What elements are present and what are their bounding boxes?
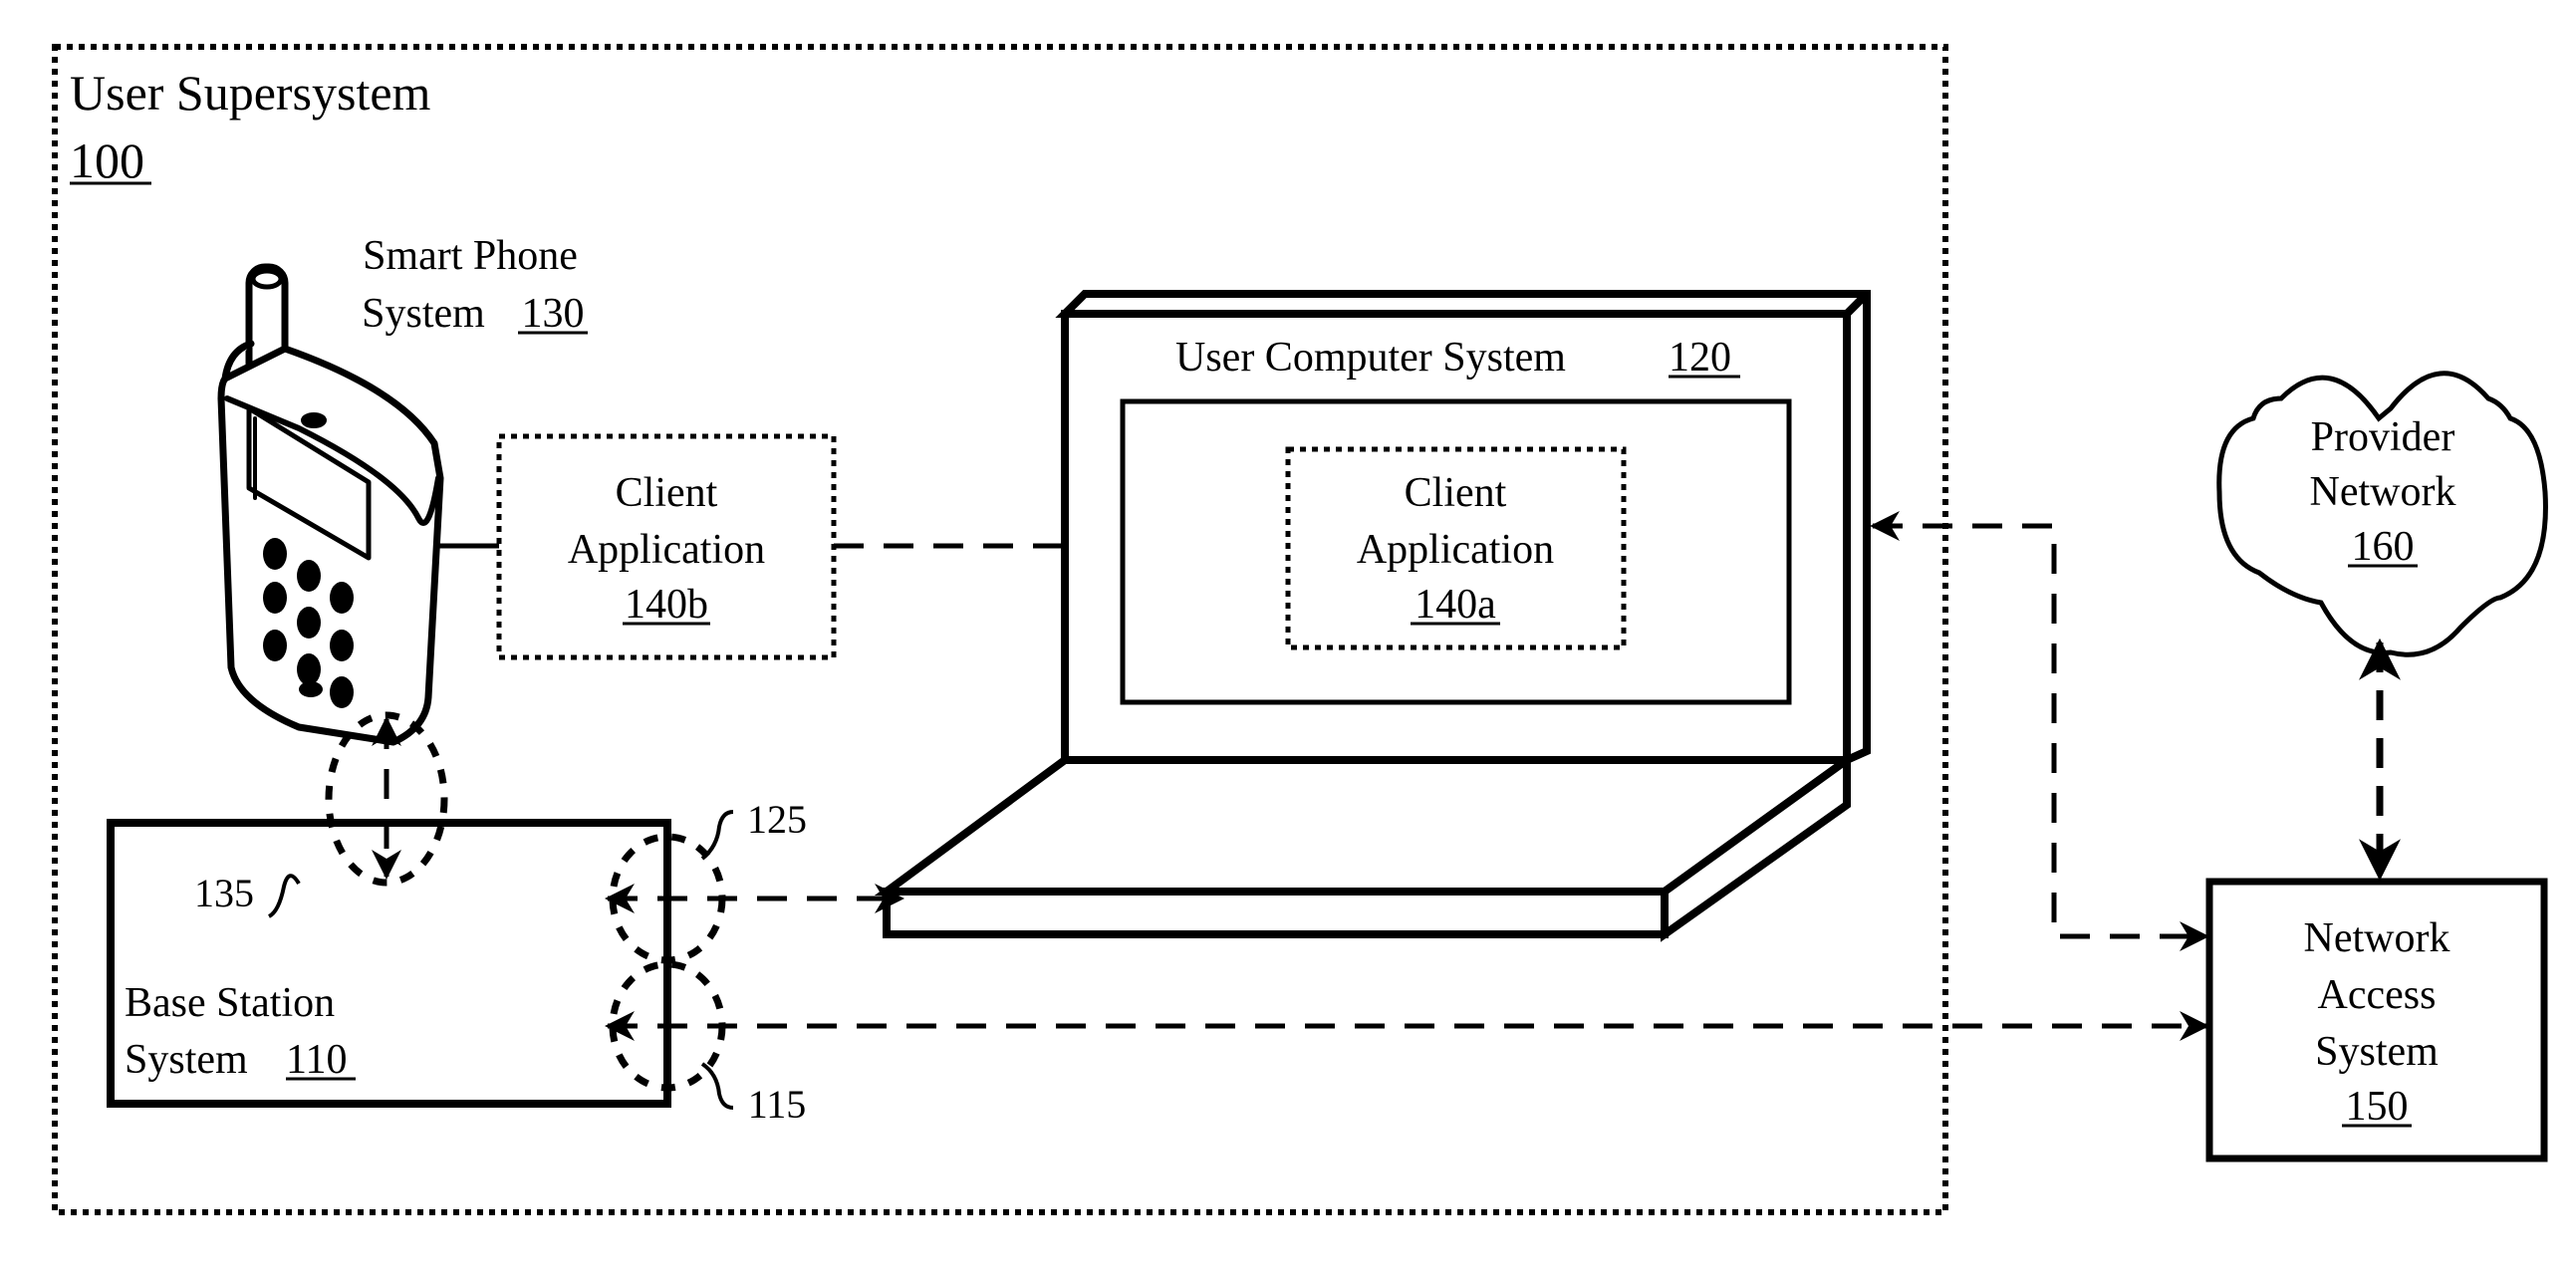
user-computer-title: User Computer System xyxy=(1175,335,1566,381)
smart-phone-label-line2: System xyxy=(362,291,485,337)
network-access-line1: Network xyxy=(2304,915,2450,961)
client-app-a-ref: 140a xyxy=(1415,582,1496,628)
client-app-b-ref: 140b xyxy=(625,582,708,628)
smart-phone-ref: 130 xyxy=(522,291,585,337)
link-125-leader xyxy=(700,810,734,861)
link-125-label: 125 xyxy=(747,797,807,842)
base-station-line2: System xyxy=(125,1037,248,1083)
client-app-a-line2: Application xyxy=(1357,527,1554,573)
smart-phone-label-line1: Smart Phone xyxy=(363,233,578,279)
client-app-a-line1: Client xyxy=(1405,470,1507,516)
base-station-ref: 110 xyxy=(286,1037,347,1083)
link-135-label: 135 xyxy=(194,871,254,915)
supersystem-title: User Supersystem xyxy=(70,65,431,121)
client-app-b-line2: Application xyxy=(568,527,765,573)
link-115-label: 115 xyxy=(748,1082,807,1127)
client-app-b-line1: Client xyxy=(616,470,718,516)
smart-phone-icon xyxy=(217,263,444,746)
base-station-line1: Base Station xyxy=(125,980,335,1026)
user-computer-ref: 120 xyxy=(1669,335,1731,381)
provider-network-ref: 160 xyxy=(2352,524,2415,570)
provider-network-line1: Provider xyxy=(2311,414,2455,460)
laptop-network-connector xyxy=(1870,511,2209,951)
network-access-ref: 150 xyxy=(2346,1084,2409,1130)
network-access-line3: System xyxy=(2315,1029,2439,1075)
link-115-leader xyxy=(700,1062,734,1110)
network-access-line2: Access xyxy=(2318,972,2437,1018)
supersystem-ref: 100 xyxy=(70,132,144,188)
system-diagram: User Supersystem 100 Smart Phone System … xyxy=(52,44,2548,1215)
provider-network-line2: Network xyxy=(2310,469,2456,515)
